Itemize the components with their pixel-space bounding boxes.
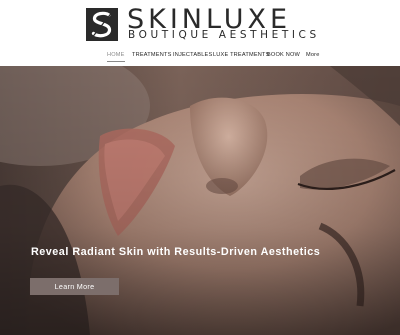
brand-tagline: BOUTIQUE AESTHETICS xyxy=(128,29,320,41)
nav-item-home[interactable]: HOME xyxy=(107,50,125,62)
learn-more-button[interactable]: Learn More xyxy=(30,278,119,295)
nav-item-luxe-treatments[interactable]: LUXE TREATMENTS xyxy=(213,50,270,60)
nav-item-injectables[interactable]: INJECTABLES xyxy=(173,50,212,60)
nav-item-book-now[interactable]: BOOK NOW xyxy=(267,50,300,60)
hero-section: Reveal Radiant Skin with Results-Driven … xyxy=(0,66,400,335)
site-header: SKINLUXE BOUTIQUE AESTHETICS HOME TREATM… xyxy=(0,0,400,66)
hero-headline: Reveal Radiant Skin with Results-Driven … xyxy=(31,246,321,258)
main-nav: HOME TREATMENTS INJECTABLES LUXE TREATME… xyxy=(0,50,400,62)
nav-item-treatments[interactable]: TREATMENTS xyxy=(132,50,172,60)
nav-item-more[interactable]: More xyxy=(306,50,320,60)
s-monogram-logo[interactable] xyxy=(86,8,118,41)
